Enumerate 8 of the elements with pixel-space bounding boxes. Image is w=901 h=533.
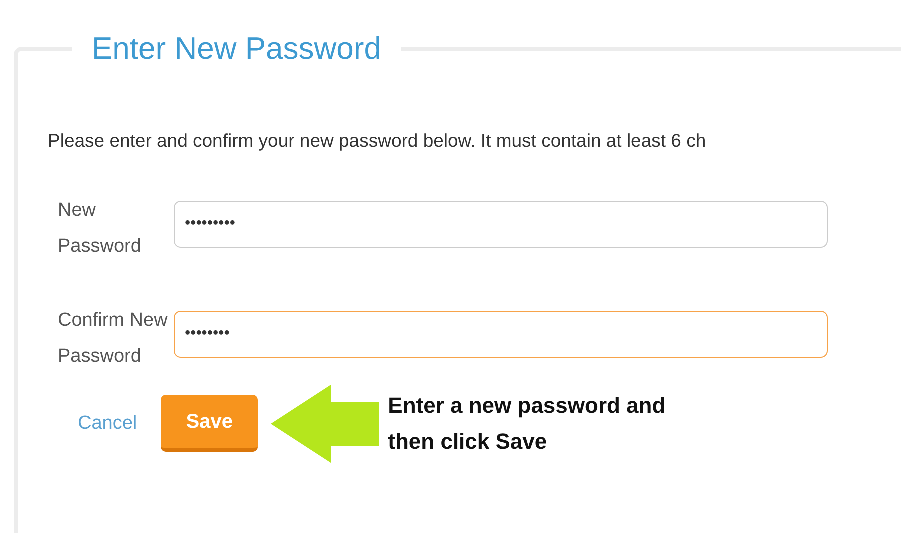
form-title: Enter New Password — [91, 30, 382, 68]
field-label: Confirm New Password — [57, 308, 169, 369]
password-field[interactable]: •••••••• — [174, 310, 828, 358]
instructions-text: Please enter and confirm your new password below. It must contain at least 6 ch — [48, 129, 708, 154]
password-field[interactable]: ••••••••• — [174, 200, 828, 248]
arrow-icon — [271, 384, 380, 463]
callout-text: Enter a new password and then click Save — [388, 392, 667, 456]
field-label: New Password — [57, 198, 142, 259]
